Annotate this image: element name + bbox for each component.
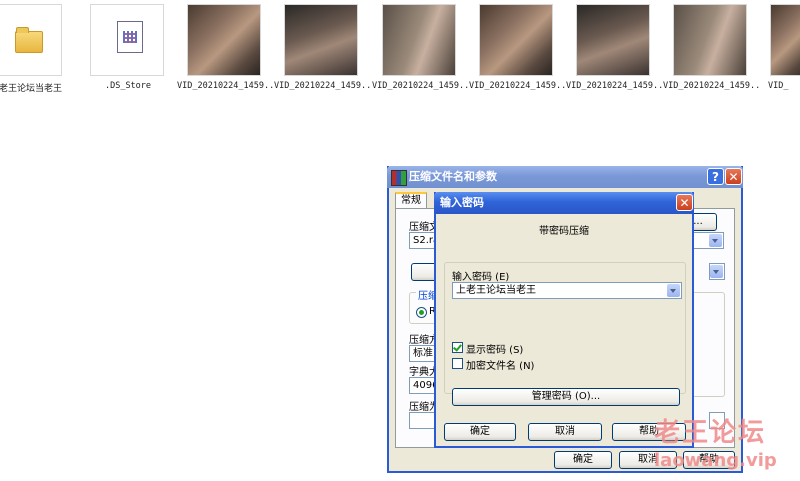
tab-general[interactable]: 常规	[395, 192, 427, 208]
winrar-icon	[391, 170, 407, 186]
ok-button[interactable]: 确定	[444, 423, 516, 441]
file-item-video[interactable]: VID_	[768, 4, 800, 104]
format-rar-radio[interactable]	[416, 307, 427, 318]
file-name: VID_20210224_1459...	[469, 81, 565, 91]
manage-passwords-button[interactable]: 管理密码 (O)...	[452, 388, 680, 406]
video-thumbnail	[673, 4, 747, 76]
document-icon	[117, 21, 143, 53]
folder-icon	[15, 27, 43, 53]
file-name: 上老王论坛当老王	[0, 84, 62, 94]
close-icon[interactable]: ✕	[676, 194, 693, 211]
file-name: VID_20210224_1459...	[372, 81, 468, 91]
file-name: .DS_Store	[104, 81, 152, 91]
options-group	[689, 292, 725, 397]
password-heading: 带密码压缩	[539, 226, 589, 237]
update-mode-combo[interactable]	[709, 263, 725, 280]
video-thumbnail	[284, 4, 358, 76]
video-thumbnail	[576, 4, 650, 76]
help-icon[interactable]: ?	[707, 168, 724, 185]
password-label: 输入密码 (E)	[452, 272, 510, 283]
chevron-down-icon[interactable]	[667, 284, 680, 297]
file-name: VID_	[768, 81, 789, 91]
close-icon[interactable]: ✕	[725, 168, 742, 185]
chevron-down-icon[interactable]	[709, 234, 722, 247]
video-thumbnail	[187, 4, 261, 76]
encrypt-names-checkbox[interactable]	[452, 358, 463, 369]
archive-dialog-titlebar[interactable]: 压缩文件名和参数 ? ✕	[387, 166, 743, 188]
file-name: VID_20210224_1459...	[663, 81, 759, 91]
file-thumbnail	[90, 4, 164, 76]
file-name: VID_20210224_1459...	[566, 81, 662, 91]
video-thumbnail	[770, 4, 800, 76]
watermark-url: laowang.vip	[654, 450, 777, 471]
cancel-button[interactable]: 取消	[528, 423, 602, 441]
password-dialog-title: 输入密码	[440, 196, 484, 209]
show-password-label: 显示密码 (S)	[466, 345, 524, 356]
archive-dialog-title: 压缩文件名和参数	[409, 170, 497, 183]
password-dialog: 输入密码 ✕ 带密码压缩 输入密码 (E) 上老王论坛当老王 显示密码 (S) …	[434, 192, 694, 448]
video-thumbnail	[382, 4, 456, 76]
file-thumbnail	[0, 4, 62, 76]
video-thumbnail	[479, 4, 553, 76]
show-password-checkbox[interactable]	[452, 342, 463, 353]
file-name: VID_20210224_1459...	[177, 81, 273, 91]
encrypt-names-label: 加密文件名 (N)	[466, 361, 535, 372]
password-dialog-titlebar[interactable]: 输入密码 ✕	[434, 192, 694, 214]
ok-button[interactable]: 确定	[554, 451, 612, 469]
chevron-down-icon[interactable]	[710, 265, 723, 278]
watermark-text: 老王论坛	[654, 418, 767, 448]
password-value: 上老王论坛当老王	[456, 285, 536, 296]
file-name: VID_20210224_1459...	[274, 81, 370, 91]
password-input[interactable]: 上老王论坛当老王	[452, 282, 682, 299]
